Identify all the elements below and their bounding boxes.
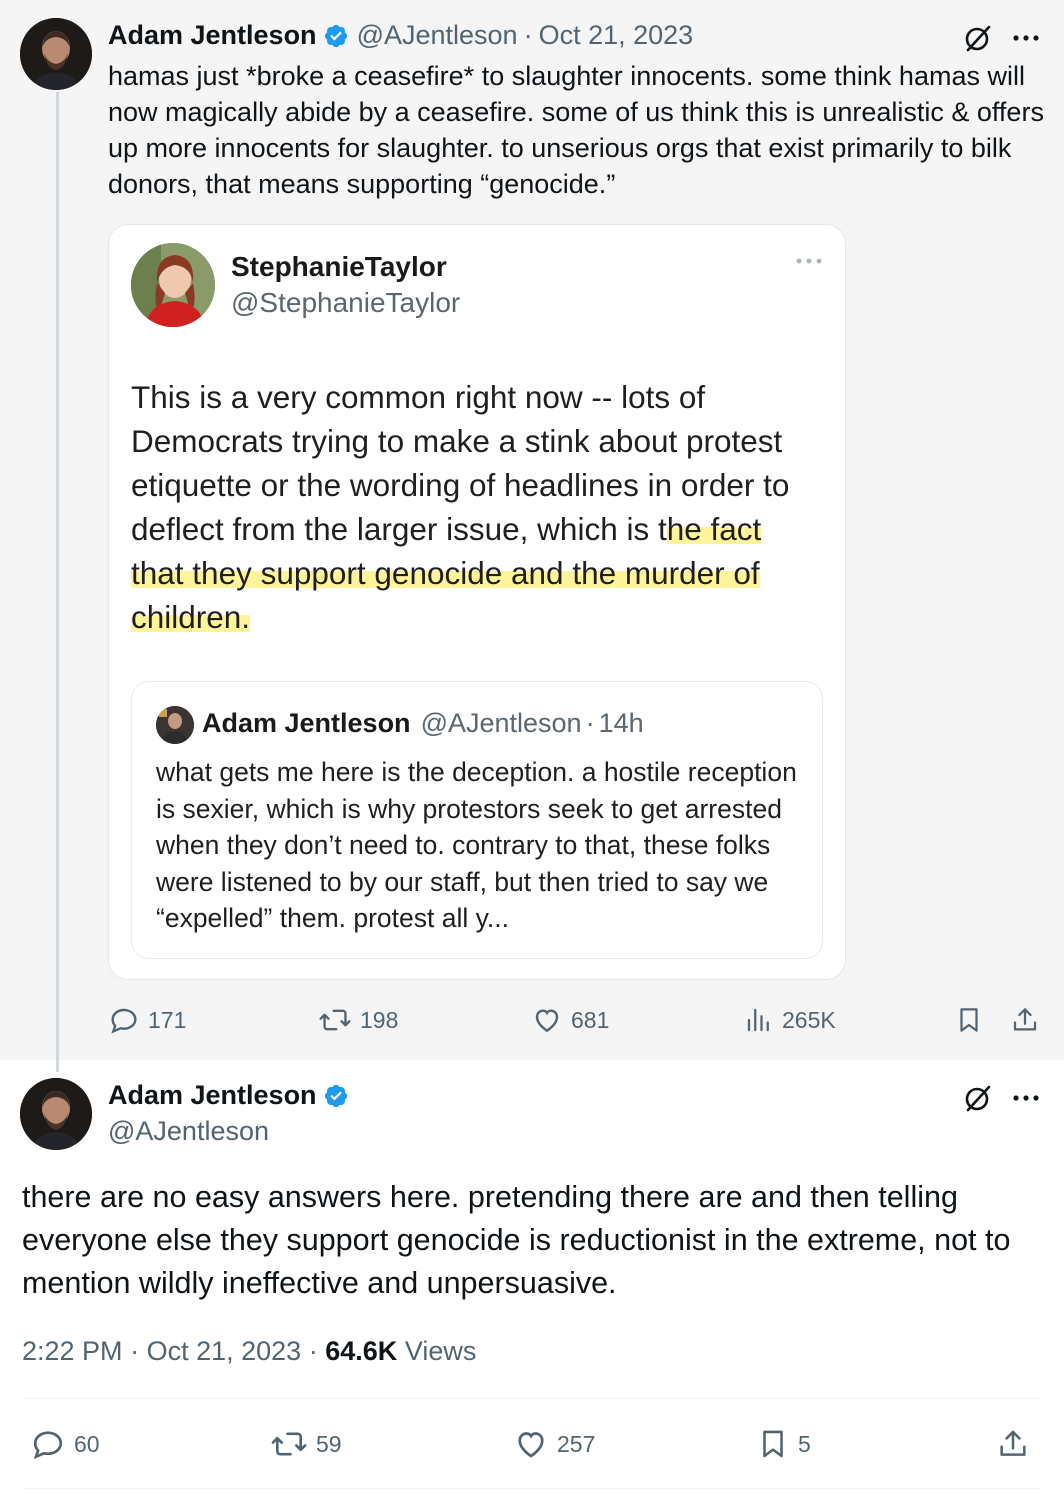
tweet-date[interactable]: Oct 21, 2023 bbox=[539, 20, 694, 51]
tweet-text: there are no easy answers here. pretendi… bbox=[22, 1180, 1011, 1300]
share-button[interactable] bbox=[1010, 1004, 1040, 1036]
more-icon bbox=[795, 257, 823, 265]
avatar[interactable] bbox=[20, 1078, 92, 1150]
reply-button[interactable]: 171 bbox=[108, 1004, 186, 1036]
dot-separator: · bbox=[585, 708, 595, 738]
inner-quote-handle: @AJentleson bbox=[420, 708, 582, 738]
inner-quote-text: what gets me here is the deception. a ho… bbox=[156, 757, 797, 934]
quoted-text: This is a very common right now -- lots … bbox=[131, 375, 821, 639]
views-button[interactable]: 265K bbox=[744, 1004, 836, 1036]
tweet-time[interactable]: 2:22 PM bbox=[22, 1336, 123, 1366]
tweet-meta: 2:22 PM · Oct 21, 2023 · 64.6K Views bbox=[22, 1336, 476, 1367]
quoted-author-handle: @StephanieTaylor bbox=[231, 287, 461, 318]
bookmark-count: 5 bbox=[798, 1430, 811, 1457]
bookmark-icon bbox=[960, 1008, 978, 1032]
like-button[interactable]: 257 bbox=[513, 1426, 595, 1462]
reply-count: 60 bbox=[74, 1430, 100, 1457]
author-row: Adam Jentleson bbox=[108, 1080, 349, 1111]
repost-icon bbox=[319, 1009, 351, 1031]
divider bbox=[22, 1488, 1042, 1489]
dot-separator: · bbox=[523, 20, 533, 50]
reply-button[interactable]: 60 bbox=[30, 1426, 100, 1462]
quoted-image[interactable]: StephanieTaylor @StephanieTaylor This is… bbox=[108, 224, 846, 980]
dot-separator: · bbox=[130, 1336, 140, 1366]
inner-quote-card: Adam Jentleson @AJentleson · 14h what ge… bbox=[131, 681, 823, 959]
bookmark-icon bbox=[763, 1430, 783, 1458]
repost-count: 59 bbox=[316, 1430, 342, 1457]
share-button[interactable] bbox=[996, 1426, 1030, 1462]
inner-quote-time: 14h bbox=[598, 708, 644, 738]
more-icon[interactable] bbox=[1012, 1094, 1040, 1102]
repost-button[interactable]: 198 bbox=[318, 1004, 398, 1036]
avatar bbox=[156, 706, 194, 744]
avatar bbox=[131, 243, 215, 327]
like-icon bbox=[518, 1432, 544, 1458]
reply-icon bbox=[111, 1008, 137, 1034]
like-count: 257 bbox=[557, 1430, 596, 1457]
thread-line bbox=[56, 92, 59, 1072]
quoted-author-name: StephanieTaylor bbox=[231, 251, 447, 282]
inner-quote-header: Adam Jentleson @AJentleson · 14h bbox=[202, 708, 644, 739]
avatar[interactable] bbox=[20, 18, 92, 90]
dot-separator: · bbox=[308, 1336, 318, 1366]
like-icon bbox=[535, 1009, 559, 1033]
repost-count: 198 bbox=[360, 1006, 399, 1033]
divider bbox=[22, 1398, 1042, 1399]
verified-badge-icon[interactable] bbox=[323, 1083, 349, 1109]
author-name[interactable]: Adam Jentleson bbox=[108, 20, 317, 51]
reply-icon bbox=[33, 1431, 63, 1460]
author-handle[interactable]: @AJentleson bbox=[108, 1116, 269, 1147]
bookmark-button[interactable] bbox=[954, 1004, 984, 1036]
more-icon[interactable] bbox=[1012, 34, 1040, 42]
views-count: 265K bbox=[782, 1006, 836, 1033]
repost-icon bbox=[271, 1432, 307, 1456]
tweet-date[interactable]: Oct 21, 2023 bbox=[147, 1336, 302, 1366]
share-icon bbox=[1000, 1430, 1026, 1456]
like-count: 681 bbox=[571, 1006, 610, 1033]
verified-badge-icon[interactable] bbox=[323, 23, 349, 49]
bookmark-button[interactable]: 5 bbox=[756, 1426, 811, 1462]
author-name[interactable]: Adam Jentleson bbox=[108, 1080, 317, 1111]
share-icon bbox=[1013, 1008, 1037, 1031]
views-icon bbox=[747, 1008, 769, 1032]
views-count: 64.6K bbox=[325, 1336, 398, 1366]
author-handle[interactable]: @AJentleson bbox=[357, 20, 518, 51]
tweet-top-icons bbox=[962, 1082, 1040, 1114]
reply-count: 171 bbox=[148, 1006, 187, 1033]
author-row: Adam Jentleson @AJentleson · Oct 21, 202… bbox=[108, 20, 693, 51]
tweet-text: hamas just *broke a ceasefire* to slaugh… bbox=[108, 61, 1044, 199]
views-label: Views bbox=[404, 1336, 477, 1366]
parent-tweet[interactable]: Adam Jentleson @AJentleson · Oct 21, 202… bbox=[0, 0, 1064, 1072]
inner-quote-author-name: Adam Jentleson bbox=[202, 708, 411, 738]
like-button[interactable]: 681 bbox=[531, 1004, 609, 1036]
grok-icon[interactable] bbox=[962, 1082, 994, 1114]
tweet-top-icons bbox=[962, 22, 1040, 54]
grok-icon[interactable] bbox=[962, 22, 994, 54]
repost-button[interactable]: 59 bbox=[270, 1426, 342, 1462]
